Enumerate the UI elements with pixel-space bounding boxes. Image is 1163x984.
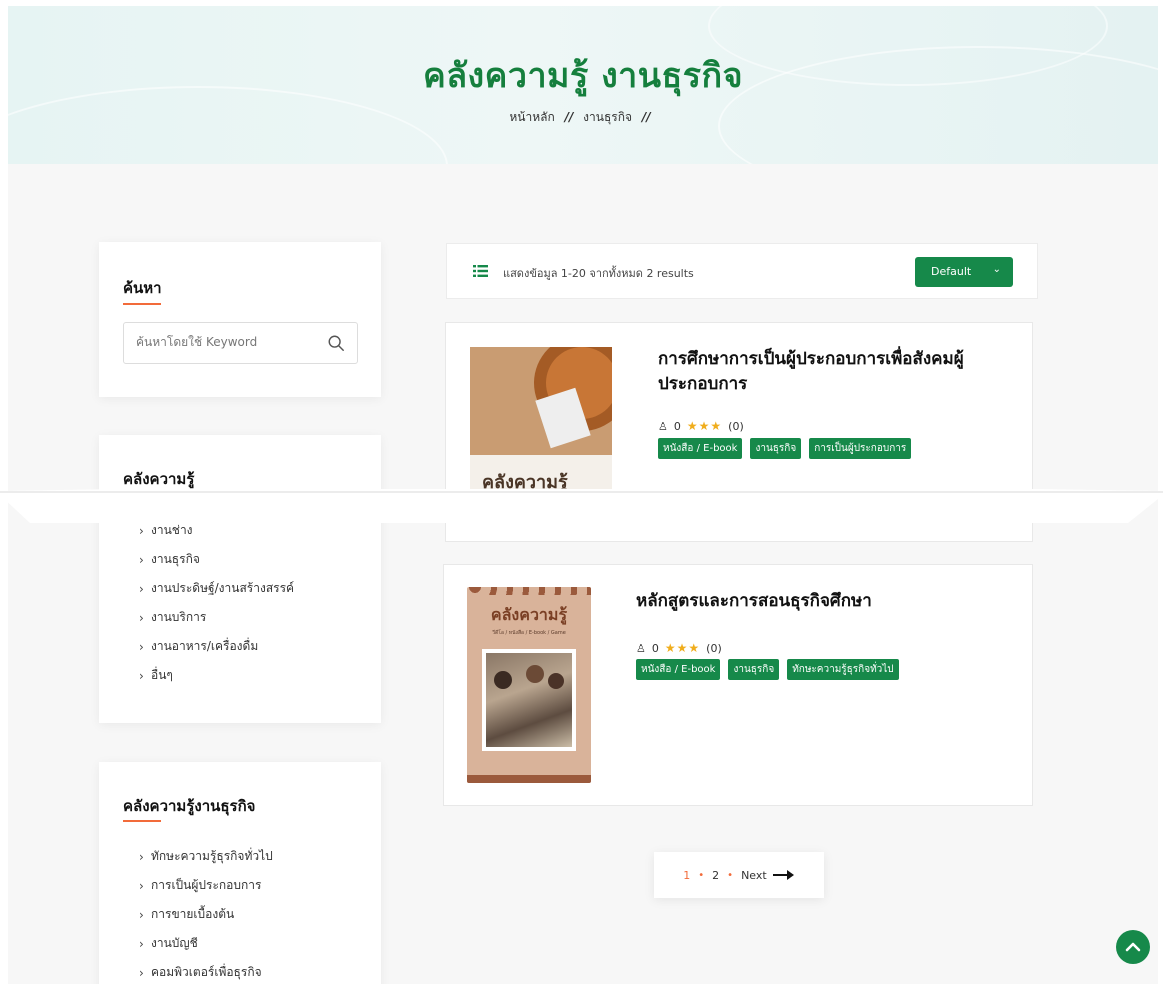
tag-badge[interactable]: งานธุรกิจ [728, 659, 780, 680]
category-item[interactable]: › งานช่าง [139, 516, 294, 545]
star-rating: ★★★ [686, 419, 723, 433]
product-card[interactable]: คลังความรู้ การศึกษาการเป็นผู้ประกอบการเ… [445, 322, 1033, 542]
category-item[interactable]: › ทักษะความรู้ธุรกิจทั่วไป [139, 842, 273, 871]
category-item[interactable]: › อื่นๆ [139, 661, 294, 690]
next-page-link[interactable]: Next [741, 869, 795, 882]
star-rating: ★★★ [664, 641, 701, 655]
chevron-right-icon: › [139, 494, 144, 509]
chevron-right-icon: › [139, 639, 144, 654]
category-item[interactable]: › คอมพิวเตอร์เพื่อธุรกิจ [139, 958, 273, 984]
product-meta: ♙ 0 ★★★ (0) [658, 419, 744, 433]
view-count: 0 [673, 419, 681, 433]
chevron-right-icon: › [139, 907, 144, 922]
next-label: Next [741, 868, 767, 882]
product-meta: ♙ 0 ★★★ (0) [636, 641, 722, 655]
tag-badge[interactable]: หนังสือ / E-book [658, 438, 743, 459]
breadcrumb-home[interactable]: หน้าหลัก [509, 110, 554, 124]
thumbnail-photo [482, 649, 576, 751]
business-category-list: › ทักษะความรู้ธุรกิจทั่วไป › การเป็นผู้ประ… [139, 842, 273, 984]
sort-dropdown[interactable]: Default ⌄ [915, 257, 1013, 287]
product-thumbnail[interactable]: คลังความรู้ [470, 347, 612, 497]
category-item[interactable]: › งานบัญชี [139, 929, 273, 958]
page-title: คลังความรู้ งานธุรกิจ [422, 56, 744, 96]
chevron-right-icon: › [139, 849, 144, 864]
category-item[interactable]: › การเป็นผู้ประกอบการ [139, 871, 273, 900]
pagination-dot: • [698, 869, 705, 881]
chevron-right-icon: › [139, 668, 144, 683]
business-widget-title: คลังความรู้งานธุรกิจ [123, 797, 256, 815]
chevron-down-icon: ⌄ [992, 264, 1001, 275]
thumbnail-label: คลังความรู้ [482, 472, 568, 493]
user-icon: ♙ [658, 419, 668, 433]
back-to-top-button[interactable] [1116, 930, 1150, 964]
breadcrumb-separator: // [641, 110, 651, 124]
chevron-right-icon: › [139, 610, 144, 625]
category-item[interactable]: › งานอาหาร/เครื่องดื่ม [139, 632, 294, 661]
pagination: 1 • 2 • Next [654, 852, 824, 898]
category-item[interactable]: › งานประดิษฐ์/งานสร้างสรรค์ [139, 574, 294, 603]
thumbnail-label: คลังความรู้ [490, 605, 568, 624]
view-count: 0 [651, 641, 659, 655]
business-category-widget: คลังความรู้งานธุรกิจ › ทักษะความรู้ธุรกิจ… [99, 762, 381, 984]
chevron-right-icon: › [139, 523, 144, 538]
search-icon[interactable] [327, 334, 345, 352]
category-item[interactable]: › งานธุรกิจ [139, 545, 294, 574]
page: คลังความรู้ งานธุรกิจ หน้าหลัก // งานธุร… [8, 6, 1158, 984]
category-item[interactable]: › งานบริการ [139, 603, 294, 632]
page-link-2[interactable]: 2 [712, 869, 719, 882]
chevron-right-icon: › [139, 965, 144, 980]
product-thumbnail[interactable]: คลังความรู้ วีดีโอ / หนังสือ / E-book / … [467, 587, 591, 783]
product-title[interactable]: การศึกษาการเป็นผู้ประกอบการเพื่อสังคมผู้… [658, 347, 1013, 397]
rating-count: (0) [706, 641, 722, 655]
chevron-right-icon: › [139, 552, 144, 567]
page-link-1[interactable]: 1 [683, 869, 690, 882]
chevron-right-icon: › [139, 878, 144, 893]
tag-badge[interactable]: งานธุรกิจ [750, 438, 802, 459]
title-underline [123, 820, 161, 822]
tag-badge[interactable]: ทักษะความรู้ธุรกิจทั่วไป [787, 659, 899, 680]
search-widget: ค้นหา [99, 242, 381, 397]
breadcrumb-business[interactable]: งานธุรกิจ [583, 110, 632, 124]
category-item[interactable]: › การขายเบื้องต้น [139, 900, 273, 929]
search-field[interactable] [123, 322, 358, 364]
product-card[interactable]: คลังความรู้ วีดีโอ / หนังสือ / E-book / … [443, 564, 1033, 806]
arrow-right-icon [772, 870, 794, 880]
knowledge-category-list: › การเกษตร › งานช่าง › งานธุรกิจ › งานประดิษ… [139, 487, 294, 690]
chevron-up-icon [1125, 942, 1141, 952]
tag-badge[interactable]: หนังสือ / E-book [636, 659, 721, 680]
thumbnail-subtitle: วีดีโอ / หนังสือ / E-book / Game [492, 630, 566, 636]
search-input[interactable] [136, 335, 316, 349]
pagination-dot: • [727, 869, 734, 881]
user-icon: ♙ [636, 641, 646, 655]
breadcrumb-separator: // [564, 110, 574, 124]
page-hero: คลังความรู้ งานธุรกิจ หน้าหลัก // งานธุร… [8, 6, 1158, 164]
product-title[interactable]: หลักสูตรและการสอนธุรกิจศึกษา [636, 589, 1016, 614]
chevron-right-icon: › [139, 936, 144, 951]
search-widget-title: ค้นหา [123, 279, 162, 297]
chevron-right-icon: › [139, 581, 144, 596]
product-tags: หนังสือ / E-book งานธุรกิจ การเป็นผู้ประ… [658, 438, 912, 459]
results-toolbar: แสดงข้อมูล 1-20 จากทั้งหมด 2 results Def… [446, 243, 1038, 299]
tag-badge[interactable]: การเป็นผู้ประกอบการ [809, 438, 912, 459]
rating-count: (0) [728, 419, 744, 433]
product-tags: หนังสือ / E-book งานธุรกิจ ทักษะความรู้ธ… [636, 659, 899, 680]
results-count: แสดงข้อมูล 1-20 จากทั้งหมด 2 results [503, 267, 694, 280]
title-underline [123, 303, 161, 305]
sort-label: Default [931, 265, 972, 278]
knowledge-category-widget: คลังความรู้ › การเกษตร › งานช่าง › งานธุรกิ… [99, 435, 381, 723]
category-item[interactable]: › การเกษตร [139, 487, 294, 516]
breadcrumb: หน้าหลัก // งานธุรกิจ // [8, 108, 1158, 127]
list-icon [473, 265, 488, 277]
